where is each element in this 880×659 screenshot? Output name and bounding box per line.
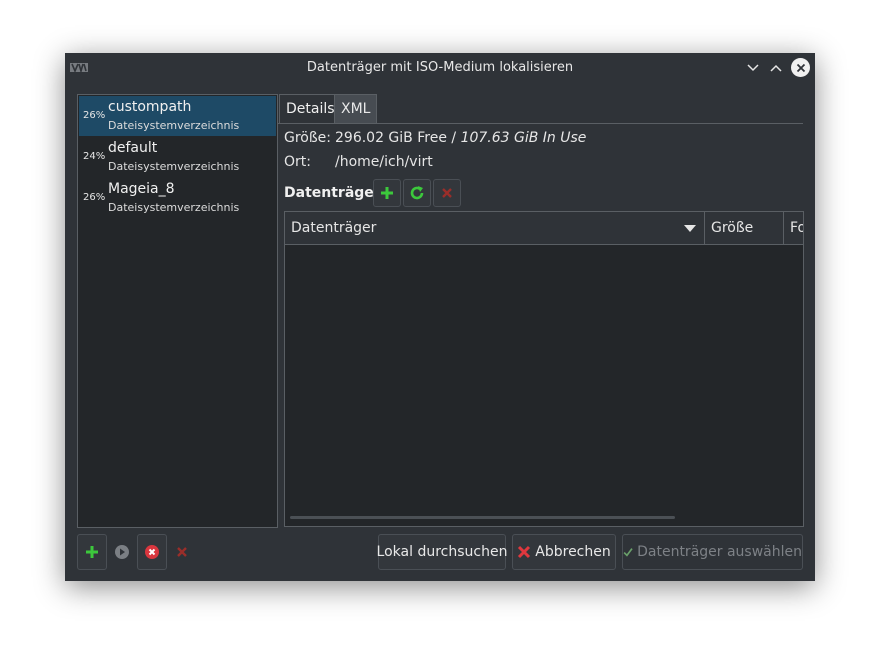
size-value: 296.02 GiB Free / 107.63 GiB In Use bbox=[335, 130, 586, 146]
pool-type: Dateisystemverzeichnis bbox=[108, 201, 240, 214]
browse-local-button[interactable]: Lokal durchsuchen bbox=[376, 534, 508, 570]
size-used-text: 107.63 GiB In Use bbox=[460, 130, 587, 146]
title-bar[interactable]: Datenträger mit ISO-Medium lokalisieren bbox=[65, 53, 815, 82]
tab-details[interactable]: Details bbox=[279, 94, 342, 123]
pool-item-custompath[interactable]: 26% custompath Dateisystemverzeichnis bbox=[79, 96, 276, 136]
column-header-volume[interactable]: Datenträger bbox=[285, 212, 705, 244]
stop-pool-icon bbox=[145, 545, 159, 559]
browse-local-label: Lokal durchsuchen bbox=[376, 544, 508, 560]
add-volume-button[interactable] bbox=[373, 179, 401, 207]
cancel-icon bbox=[518, 545, 531, 559]
delete-pool-button[interactable] bbox=[167, 534, 197, 570]
pool-name: default bbox=[108, 140, 158, 156]
tab-bar: Details XML bbox=[278, 94, 803, 124]
cancel-button[interactable]: Abbrechen bbox=[512, 534, 616, 570]
refresh-volumes-button[interactable] bbox=[403, 179, 431, 207]
pool-usage-percent: 26% bbox=[83, 192, 106, 203]
delete-pool-icon bbox=[177, 547, 187, 557]
size-free-text: 296.02 GiB Free / bbox=[335, 130, 461, 146]
volume-table[interactable]: Datenträger Größe Fo bbox=[284, 211, 804, 527]
pool-usage-percent: 24% bbox=[83, 151, 106, 162]
add-pool-icon bbox=[86, 546, 98, 558]
size-label: Größe: bbox=[284, 130, 332, 146]
add-pool-button[interactable] bbox=[77, 534, 107, 570]
sort-down-icon bbox=[684, 225, 696, 232]
column-header-format[interactable]: Fo bbox=[784, 212, 803, 244]
close-icon[interactable] bbox=[791, 58, 810, 77]
choose-volume-button[interactable]: Datenträger auswählen bbox=[622, 534, 803, 570]
volumes-heading: Datenträger bbox=[284, 185, 381, 201]
choose-volume-label: Datenträger auswählen bbox=[637, 544, 802, 560]
start-pool-icon bbox=[115, 545, 129, 559]
delete-volume-icon bbox=[442, 188, 452, 198]
pool-name: custompath bbox=[108, 99, 192, 115]
delete-volume-button[interactable] bbox=[433, 179, 461, 207]
column-header-size[interactable]: Größe bbox=[705, 212, 784, 244]
window-title: Datenträger mit ISO-Medium lokalisieren bbox=[306, 60, 574, 75]
storage-pool-list[interactable]: 26% custompath Dateisystemverzeichnis 24… bbox=[77, 94, 278, 528]
add-volume-icon bbox=[381, 187, 393, 199]
pool-name: Mageia_8 bbox=[108, 181, 175, 197]
pool-type: Dateisystemverzeichnis bbox=[108, 119, 240, 132]
table-header: Datenträger Größe Fo bbox=[285, 212, 803, 245]
pool-usage-percent: 26% bbox=[83, 110, 106, 121]
horizontal-scrollbar[interactable] bbox=[290, 516, 675, 519]
refresh-icon bbox=[410, 186, 424, 200]
location-value: /home/ich/virt bbox=[335, 154, 433, 170]
pool-type: Dateisystemverzeichnis bbox=[108, 160, 240, 173]
location-label: Ort: bbox=[284, 154, 311, 170]
tab-xml[interactable]: XML bbox=[334, 94, 378, 123]
stop-pool-button[interactable] bbox=[137, 534, 167, 570]
maximize-icon[interactable] bbox=[767, 59, 785, 77]
checkmark-icon bbox=[623, 548, 633, 557]
pool-item-default[interactable]: 24% default Dateisystemverzeichnis bbox=[79, 137, 276, 177]
start-pool-button[interactable] bbox=[107, 534, 137, 570]
minimize-icon[interactable] bbox=[744, 59, 762, 77]
dialog-window: Datenträger mit ISO-Medium lokalisieren … bbox=[65, 53, 815, 581]
pool-item-mageia-8[interactable]: 26% Mageia_8 Dateisystemverzeichnis bbox=[79, 178, 276, 218]
cancel-label: Abbrechen bbox=[535, 544, 611, 560]
